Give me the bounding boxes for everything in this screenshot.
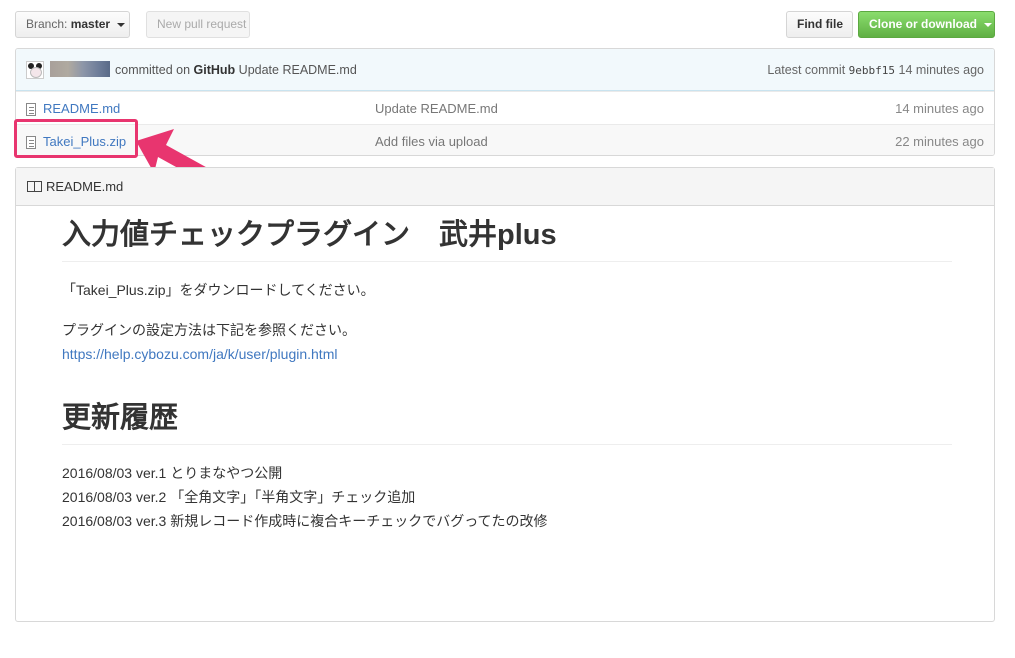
commit-age: 14 minutes ago <box>898 63 984 77</box>
readme-settings-paragraph: プラグインの設定方法は下記を参照ください。 https://help.cyboz… <box>62 318 952 366</box>
commit-sha[interactable]: 9ebbf15 <box>849 64 895 77</box>
commit-message[interactable]: Update README.md <box>239 63 357 77</box>
history-item: 2016/08/03 ver.1 とりまなやつ公開 <box>62 464 283 481</box>
history-item: 2016/08/03 ver.2 「全角文字」「半角文字」チェック追加 <box>62 488 416 505</box>
readme-content: 入力値チェックプラグイン 武井plus 「Takei_Plus.zip」をダウン… <box>62 218 952 533</box>
branch-select-button[interactable]: Branch: master <box>15 11 130 38</box>
readme-header: README.md <box>16 168 994 206</box>
readme-title: 入力値チェックプラグイン 武井plus <box>62 218 952 262</box>
branch-prefix: Branch: <box>26 17 68 31</box>
clone-label: Clone or download <box>869 17 977 31</box>
file-commit-message[interactable]: Add files via upload <box>375 134 488 149</box>
readme-panel: README.md 入力値チェックプラグイン 武井plus 「Takei_Plu… <box>15 167 995 622</box>
committed-text: committed on <box>115 63 191 77</box>
book-icon <box>27 181 42 192</box>
commit-summary: committed on GitHub Update README.md <box>115 63 357 77</box>
avatar[interactable] <box>26 61 44 79</box>
history-item: 2016/08/03 ver.3 新規レコード作成時に複合キーチェックでバグって… <box>62 512 548 529</box>
readme-filename: README.md <box>46 179 124 194</box>
readme-download-text: 「Takei_Plus.zip」をダウンロードしてください。 <box>62 281 375 298</box>
history-heading: 更新履歴 <box>62 401 952 445</box>
plugin-help-link[interactable]: https://help.cybozu.com/ja/k/user/plugin… <box>62 346 337 362</box>
latest-commit-label: Latest commit <box>767 63 846 77</box>
find-file-button[interactable]: Find file <box>786 11 853 38</box>
highlight-box <box>14 119 138 158</box>
readme-settings-text: プラグインの設定方法は下記を参照ください。 <box>62 321 356 338</box>
chevron-down-icon <box>117 22 126 27</box>
file-commit-message[interactable]: Update README.md <box>375 101 498 116</box>
repo-toolbar: Branch: master New pull request Find fil… <box>15 11 995 38</box>
redacted-username <box>50 61 110 77</box>
latest-commit-bar: committed on GitHub Update README.md Lat… <box>16 49 994 91</box>
latest-commit-info: Latest commit 9ebbf15 14 minutes ago <box>767 63 984 77</box>
file-row: README.md Update README.md 14 minutes ag… <box>16 91 994 124</box>
chevron-down-icon <box>984 22 993 27</box>
new-pull-request-button[interactable]: New pull request <box>146 11 250 38</box>
clone-or-download-button[interactable]: Clone or download <box>858 11 995 38</box>
file-age: 14 minutes ago <box>895 101 984 116</box>
commit-platform: GitHub <box>193 63 236 77</box>
branch-name: master <box>70 17 111 31</box>
file-age: 22 minutes ago <box>895 134 984 149</box>
file-icon <box>26 103 36 116</box>
file-name-link[interactable]: README.md <box>43 101 120 116</box>
